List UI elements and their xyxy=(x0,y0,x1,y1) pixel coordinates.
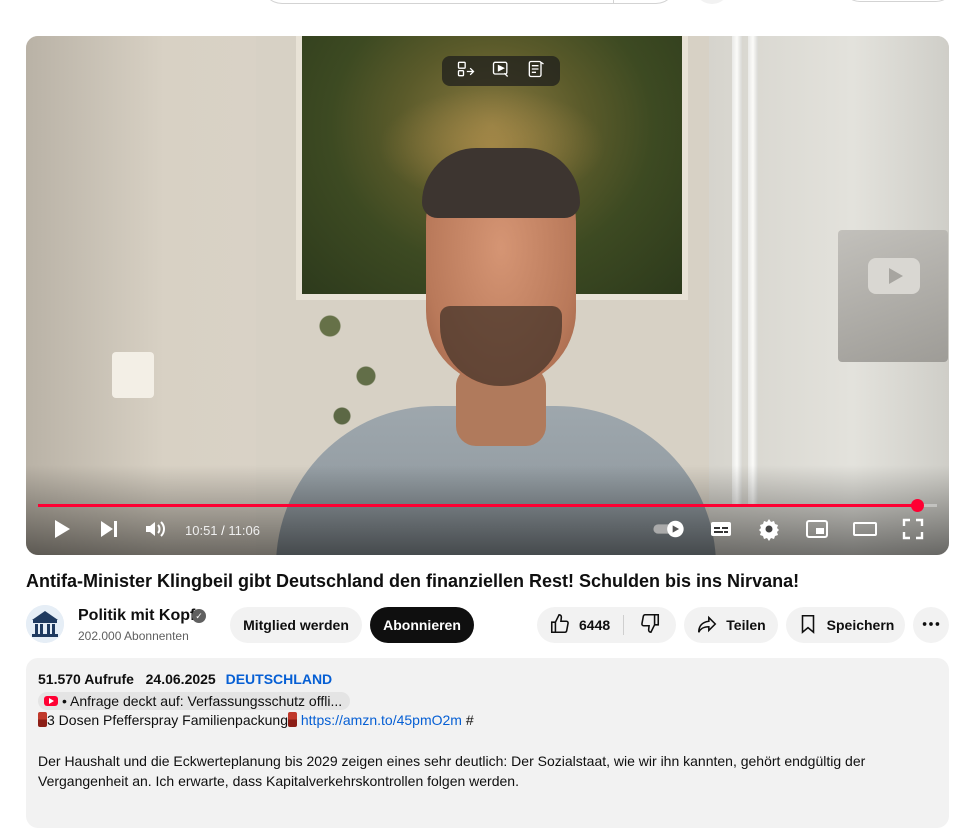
subtitles-icon xyxy=(709,517,733,546)
save-button[interactable]: Speichern xyxy=(786,607,905,643)
share-icon xyxy=(696,613,718,638)
pipe xyxy=(732,36,742,506)
promo-link[interactable]: https://amzn.to/45pmO2m xyxy=(301,712,462,728)
bookmark-icon xyxy=(797,613,819,638)
time-display: 10:51 / 11:06 xyxy=(185,523,260,538)
autoplay-toggle-icon xyxy=(651,518,687,545)
description-box[interactable]: 51.570 Aufrufe 24.06.2025 DEUTSCHLAND • … xyxy=(26,658,949,828)
progress-bar[interactable] xyxy=(38,499,937,512)
theater-button[interactable] xyxy=(852,516,878,546)
lamp xyxy=(112,352,154,398)
fullscreen-icon xyxy=(901,517,925,546)
plaque-play-icon xyxy=(868,258,920,294)
like-dislike-group: 6448 xyxy=(537,607,676,643)
view-count: 51.570 Aufrufe xyxy=(38,671,134,687)
next-button[interactable] xyxy=(96,516,122,546)
duration: 11:06 xyxy=(228,523,260,538)
fullscreen-button[interactable] xyxy=(900,516,926,546)
video-player[interactable]: 10:51 / 11:06 xyxy=(26,36,949,555)
next-icon xyxy=(97,517,121,546)
current-time: 10:51 xyxy=(185,523,218,538)
more-actions-button[interactable] xyxy=(913,607,949,643)
promo-text: 3 Dosen Pfefferspray Familienpackung xyxy=(47,712,288,728)
like-count: 6448 xyxy=(579,617,611,633)
dislike-button[interactable] xyxy=(624,607,676,643)
youtube-logo-icon xyxy=(44,696,58,706)
theater-icon xyxy=(853,517,877,546)
masthead-fragment xyxy=(0,0,968,14)
autoplay-icon[interactable] xyxy=(491,59,511,84)
channel-name[interactable]: Politik mit Kopf xyxy=(78,607,195,625)
fire-extinguisher-icon xyxy=(287,712,297,727)
subtitles-button[interactable] xyxy=(708,516,734,546)
play-icon xyxy=(49,517,73,546)
channel-avatar[interactable] xyxy=(26,605,64,643)
autoplay-toggle[interactable] xyxy=(650,516,688,546)
fire-extinguisher-icon xyxy=(38,712,47,727)
settings-icon xyxy=(757,517,781,546)
upload-date: 24.06.2025 xyxy=(145,671,216,687)
description-paragraph: Der Haushalt und die Eckwerteplanung bis… xyxy=(38,753,866,789)
search-box[interactable] xyxy=(262,0,676,4)
play-button[interactable] xyxy=(48,516,74,546)
like-button[interactable]: 6448 xyxy=(537,607,623,643)
thumb-up-icon xyxy=(549,613,571,638)
masthead-button[interactable] xyxy=(842,0,954,2)
promo-suffix: # xyxy=(465,712,474,728)
miniplayer-button[interactable] xyxy=(804,516,830,546)
linked-video-chip[interactable]: • Anfrage deckt auf: Verfassungsschutz o… xyxy=(38,692,351,710)
share-label: Teilen xyxy=(726,617,766,633)
miniplayer-icon xyxy=(805,517,829,546)
volume-button[interactable] xyxy=(142,516,168,546)
pipe xyxy=(748,36,758,506)
description-meta: 51.570 Aufrufe 24.06.2025 DEUTSCHLAND xyxy=(38,671,332,687)
voice-search-button[interactable] xyxy=(694,0,730,4)
share-button[interactable]: Teilen xyxy=(684,607,778,643)
subscribe-button[interactable]: Abonnieren xyxy=(370,607,474,643)
linked-video-title: • Anfrage deckt auf: Verfassungsschutz o… xyxy=(62,693,343,709)
progress-played xyxy=(38,504,917,507)
play-button-plaque xyxy=(838,230,948,362)
promo-line: 3 Dosen Pfefferspray Familienpackung htt… xyxy=(38,712,474,728)
notes-icon[interactable] xyxy=(526,59,546,84)
settings-button[interactable] xyxy=(756,516,782,546)
overlay-toolbar xyxy=(442,56,560,86)
search-divider xyxy=(613,0,614,3)
shuffle-icon[interactable] xyxy=(456,59,476,84)
join-button[interactable]: Mitglied werden xyxy=(230,607,362,643)
save-label: Speichern xyxy=(826,617,895,633)
verified-icon: ✓ xyxy=(192,609,206,623)
subscriber-count: 202.000 Abonnenten xyxy=(78,629,189,643)
person-hair xyxy=(422,148,580,218)
video-title: Antifa-Minister Klingbeil gibt Deutschla… xyxy=(26,571,800,591)
progress-scrubber[interactable] xyxy=(910,499,924,512)
volume-icon xyxy=(143,517,167,546)
hashtag-link[interactable]: DEUTSCHLAND xyxy=(226,671,333,687)
thumb-down-icon xyxy=(639,612,661,639)
more-icon xyxy=(920,613,942,638)
